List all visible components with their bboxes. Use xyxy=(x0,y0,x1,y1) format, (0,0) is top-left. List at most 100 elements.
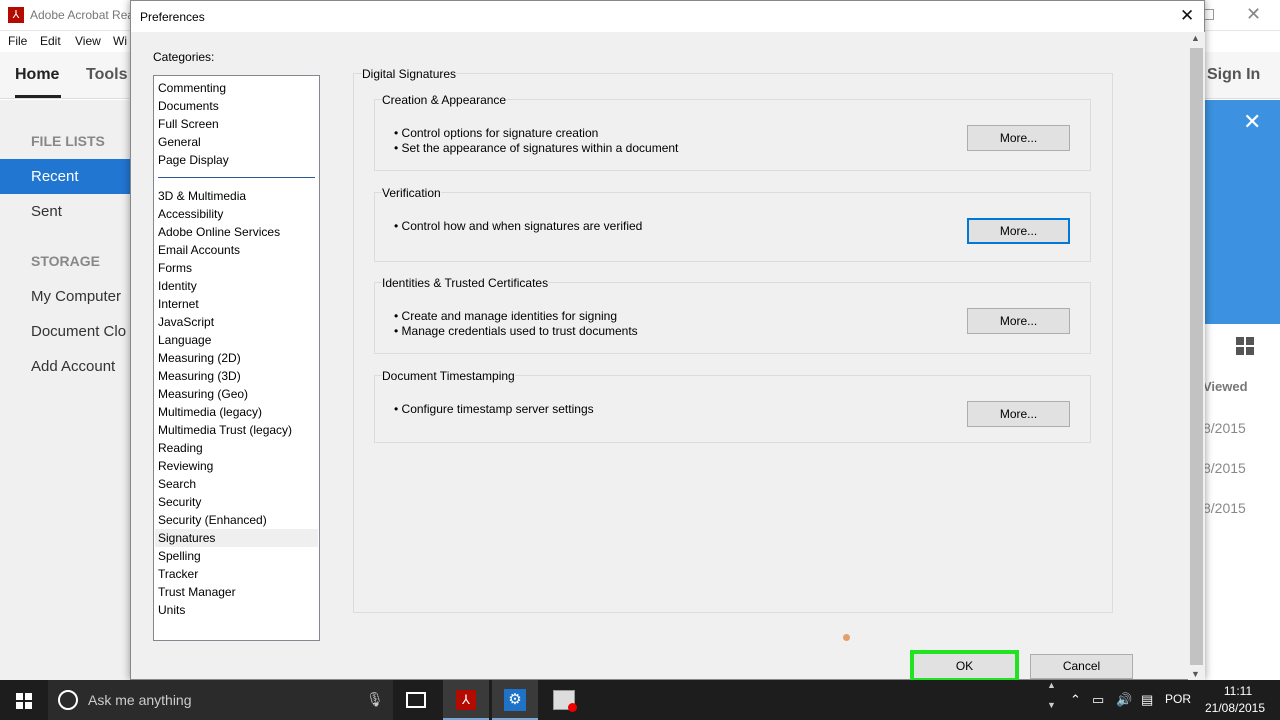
action-center-icon[interactable]: ▤ xyxy=(1141,692,1153,708)
menu-file[interactable]: File xyxy=(8,34,27,48)
category-separator xyxy=(158,177,315,178)
category-internet[interactable]: Internet xyxy=(155,295,318,313)
preferences-dialog: Preferences ✕ ▲ ▼ Categories: Commenting… xyxy=(130,0,1205,682)
category-forms[interactable]: Forms xyxy=(155,259,318,277)
category-signatures[interactable]: Signatures xyxy=(155,529,318,547)
ok-button[interactable]: OK xyxy=(910,650,1019,682)
task-view-icon[interactable] xyxy=(406,692,426,708)
bullet-text: • Manage credentials used to trust docum… xyxy=(394,324,638,338)
cortana-search-box[interactable]: Ask me anything 🎙 xyxy=(48,680,393,720)
busy-indicator-dot xyxy=(843,634,850,641)
clock-date[interactable]: 21/08/2015 xyxy=(1204,701,1266,715)
category-3d-multimedia[interactable]: 3D & Multimedia xyxy=(155,187,318,205)
cortana-icon xyxy=(58,690,78,710)
group-title: Identities & Trusted Certificates xyxy=(382,276,549,290)
language-indicator[interactable]: POR xyxy=(1165,692,1191,706)
category-language[interactable]: Language xyxy=(155,331,318,349)
category-search[interactable]: Search xyxy=(155,475,318,493)
category-trust-manager[interactable]: Trust Manager xyxy=(155,583,318,601)
panel-title: Digital Signatures xyxy=(362,67,457,81)
sidebar-item-recent[interactable]: Recent xyxy=(31,168,79,185)
tab-home[interactable]: Home xyxy=(15,66,59,84)
search-placeholder: Ask me anything xyxy=(88,692,192,708)
category-tracker[interactable]: Tracker xyxy=(155,565,318,583)
bullet-text: • Control options for signature creation xyxy=(394,126,599,140)
category-reading[interactable]: Reading xyxy=(155,439,318,457)
categories-label: Categories: xyxy=(153,50,215,64)
cancel-button[interactable]: Cancel xyxy=(1030,654,1133,679)
creation-more-button[interactable]: More... xyxy=(967,125,1070,151)
windows-logo-icon xyxy=(16,693,32,709)
file-date: 8/2015 xyxy=(1203,460,1246,476)
category-multimedia-legacy[interactable]: Multimedia (legacy) xyxy=(155,403,318,421)
sidebar-item-my-computer[interactable]: My Computer xyxy=(31,288,121,305)
category-measuring-geo[interactable]: Measuring (Geo) xyxy=(155,385,318,403)
category-email-accounts[interactable]: Email Accounts xyxy=(155,241,318,259)
category-accessibility[interactable]: Accessibility xyxy=(155,205,318,223)
bullet-text: • Set the appearance of signatures withi… xyxy=(394,141,679,155)
sidebar-item-sent[interactable]: Sent xyxy=(31,203,62,220)
menu-window[interactable]: Wi xyxy=(113,34,127,48)
category-multimedia-trust-legacy[interactable]: Multimedia Trust (legacy) xyxy=(155,421,318,439)
recorder-icon[interactable] xyxy=(553,690,577,712)
bullet-text: • Configure timestamp server settings xyxy=(394,402,594,416)
storage-heading: STORAGE xyxy=(31,253,100,269)
category-commenting[interactable]: Commenting xyxy=(155,79,318,97)
category-units[interactable]: Units xyxy=(155,601,318,619)
viewed-column-header[interactable]: Viewed xyxy=(1203,379,1248,394)
grid-view-icon[interactable] xyxy=(1236,337,1254,355)
gear-icon[interactable]: ⚙ xyxy=(504,689,526,711)
chevron-up-icon[interactable]: ⌃ xyxy=(1070,692,1081,708)
file-date: 8/2015 xyxy=(1203,500,1246,516)
acrobat-logo-icon: ⅄ xyxy=(8,7,24,23)
acrobat-title: Adobe Acrobat Rea xyxy=(30,8,135,22)
windows-taskbar: Ask me anything 🎙 ⅄ ⚙ ▲ ▼ ⌃ ▭ 🔊 ▤ POR 11:… xyxy=(0,680,1280,720)
category-documents[interactable]: Documents xyxy=(155,97,318,115)
category-spelling[interactable]: Spelling xyxy=(155,547,318,565)
sidebar-item-document-cloud[interactable]: Document Clo xyxy=(31,323,126,340)
tray-scroll[interactable]: ▲ ▼ xyxy=(1047,680,1063,720)
scroll-down-icon[interactable]: ▼ xyxy=(1191,669,1200,679)
dialog-close-icon[interactable]: ✕ xyxy=(1180,6,1194,26)
category-full-screen[interactable]: Full Screen xyxy=(155,115,318,133)
banner-close-icon[interactable]: ✕ xyxy=(1243,109,1261,135)
timestamping-more-button[interactable]: More... xyxy=(967,401,1070,427)
microphone-icon[interactable]: 🎙 xyxy=(366,691,384,708)
tab-home-underline xyxy=(15,95,61,98)
category-general[interactable]: General xyxy=(155,133,318,151)
scrollbar-thumb[interactable] xyxy=(1190,48,1203,665)
tab-tools[interactable]: Tools xyxy=(86,66,127,84)
close-icon[interactable]: ✕ xyxy=(1246,4,1261,25)
sidebar-item-add-account[interactable]: Add Account xyxy=(31,358,115,375)
clock-time[interactable]: 11:11 xyxy=(1208,684,1268,698)
sign-in-link[interactable]: Sign In xyxy=(1207,66,1260,84)
category-security-enhanced[interactable]: Security (Enhanced) xyxy=(155,511,318,529)
start-button[interactable] xyxy=(0,680,48,720)
menu-view[interactable]: View xyxy=(75,34,101,48)
category-adobe-online-services[interactable]: Adobe Online Services xyxy=(155,223,318,241)
file-date: 8/2015 xyxy=(1203,420,1246,436)
dialog-titlebar: Preferences ✕ xyxy=(131,1,1204,32)
bullet-text: • Control how and when signatures are ve… xyxy=(394,219,643,233)
category-measuring-3d[interactable]: Measuring (3D) xyxy=(155,367,318,385)
category-reviewing[interactable]: Reviewing xyxy=(155,457,318,475)
group-title: Creation & Appearance xyxy=(382,93,507,107)
scroll-up-icon[interactable]: ▲ xyxy=(1191,33,1200,43)
file-lists-heading: FILE LISTS xyxy=(31,133,105,149)
category-javascript[interactable]: JavaScript xyxy=(155,313,318,331)
group-title: Document Timestamping xyxy=(382,369,515,383)
menu-edit[interactable]: Edit xyxy=(40,34,61,48)
dialog-title: Preferences xyxy=(140,10,205,24)
identities-more-button[interactable]: More... xyxy=(967,308,1070,334)
acrobat-taskbar-icon[interactable]: ⅄ xyxy=(456,690,476,710)
category-security[interactable]: Security xyxy=(155,493,318,511)
categories-list[interactable]: Commenting Documents Full Screen General… xyxy=(153,75,320,641)
network-icon[interactable]: ▭ xyxy=(1092,692,1104,708)
verification-more-button[interactable]: More... xyxy=(967,218,1070,244)
category-measuring-2d[interactable]: Measuring (2D) xyxy=(155,349,318,367)
category-page-display[interactable]: Page Display xyxy=(155,151,318,169)
dialog-scrollbar[interactable]: ▲ ▼ xyxy=(1188,32,1205,680)
category-identity[interactable]: Identity xyxy=(155,277,318,295)
volume-icon[interactable]: 🔊 xyxy=(1116,692,1132,708)
group-title: Verification xyxy=(382,186,441,200)
